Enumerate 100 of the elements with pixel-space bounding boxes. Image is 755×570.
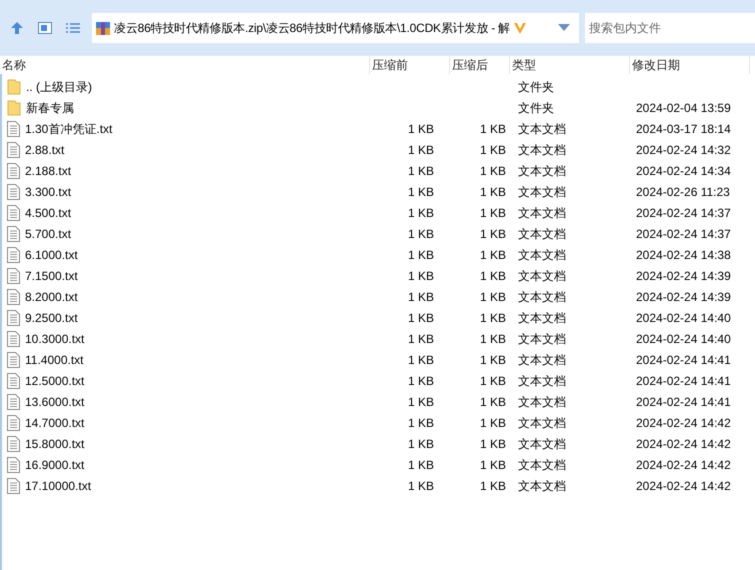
packed-size-cell-text: 1 KB xyxy=(480,142,506,158)
type-cell: 文本文档 xyxy=(518,352,566,366)
list-view-icon[interactable] xyxy=(66,22,80,34)
size-cell-text: 1 KB xyxy=(408,372,434,390)
file-name[interactable]: 16.9000.txt xyxy=(25,456,84,474)
file-name[interactable]: 17.10000.txt xyxy=(25,476,92,494)
column-header[interactable]: 修改日期 xyxy=(630,56,750,74)
folder-icon xyxy=(7,78,21,94)
text-file-icon xyxy=(7,372,20,388)
packed-size-cell-text: 1 KB xyxy=(480,436,506,452)
column-header[interactable]: 类型 xyxy=(510,56,630,74)
type-cell: 文件夹 xyxy=(518,100,554,114)
size-cell-text: 1 KB xyxy=(408,162,434,180)
type-cell: 文本文档 xyxy=(518,478,566,492)
file-name[interactable]: 13.6000.txt xyxy=(25,392,84,410)
date-cell: 2024-02-24 14:40 xyxy=(636,310,731,324)
file-name[interactable]: 10.3000.txt xyxy=(25,330,84,348)
type-cell: 文本文档 xyxy=(518,142,566,156)
size-cell-text: 1 KB xyxy=(408,142,434,158)
file-name[interactable]: 2.188.txt xyxy=(25,162,72,180)
file-name[interactable]: 2.88.txt xyxy=(25,140,64,158)
column-header[interactable]: 压缩后 xyxy=(450,56,510,74)
type-cell: 文本文档 xyxy=(518,122,566,136)
size-cell-text: 1 KB xyxy=(408,310,434,326)
packed-size-cell-text: 1 KB xyxy=(480,204,506,222)
text-file-icon xyxy=(7,268,20,284)
type-cell: 文本文档 xyxy=(518,268,566,282)
text-file-icon xyxy=(7,142,20,158)
date-cell: 2024-02-24 14:41 xyxy=(636,352,731,366)
file-name[interactable]: 5.700.txt xyxy=(25,224,72,242)
type-cell: 文本文档 xyxy=(518,290,566,304)
address-bar[interactable]: 凌云86特技时代精修版本.zip\凌云86特技时代精修版本\1.0CDK累计发放 - 解 xyxy=(92,13,579,43)
search-field[interactable]: 搜索包内文件 xyxy=(585,13,755,43)
file-name[interactable]: 1.30首冲凭证.txt xyxy=(25,120,112,138)
date-cell: 2024-02-24 14:34 xyxy=(636,164,731,178)
archive-path: 凌云86特技时代精修版本.zip\凌云86特技时代精修版本\1.0CDK累计发放 - 解 xyxy=(114,20,510,37)
text-file-icon xyxy=(7,120,20,136)
date-cell: 2024-02-24 14:41 xyxy=(636,374,731,388)
file-name[interactable]: 15.8000.txt xyxy=(25,434,84,452)
text-file-icon xyxy=(7,184,20,200)
packed-size-cell-text: 1 KB xyxy=(480,246,506,264)
file-name[interactable]: 9.2500.txt xyxy=(25,308,78,326)
text-file-icon xyxy=(7,330,20,346)
text-file-icon xyxy=(7,352,20,368)
size-cell-text: 1 KB xyxy=(408,478,434,494)
date-cell: 2024-03-17 18:14 xyxy=(636,122,731,136)
text-file-icon xyxy=(7,162,20,178)
packed-size-cell-text: 1 KB xyxy=(480,372,506,390)
file-name[interactable]: 12.5000.txt xyxy=(25,372,84,390)
text-file-icon xyxy=(7,436,20,452)
file-name[interactable]: 11.4000.txt xyxy=(25,350,84,368)
file-name[interactable]: 8.2000.txt xyxy=(25,288,78,306)
date-cell: 2024-02-24 14:41 xyxy=(636,394,731,408)
size-cell-text: 1 KB xyxy=(408,352,434,368)
size-cell-text: 1 KB xyxy=(408,288,434,306)
text-file-icon xyxy=(7,478,20,494)
file-name[interactable]: 14.7000.txt xyxy=(25,414,84,432)
size-cell-text: 1 KB xyxy=(408,456,434,474)
folder-icon xyxy=(7,100,21,116)
text-file-icon xyxy=(7,204,20,220)
size-cell-text: 1 KB xyxy=(408,184,434,200)
packed-size-cell-text: 1 KB xyxy=(480,352,506,368)
packed-size-cell-text: 1 KB xyxy=(480,310,506,326)
size-cell-text: 1 KB xyxy=(408,246,434,264)
size-cell-text: 1 KB xyxy=(408,414,434,432)
packed-size-cell-text: 1 KB xyxy=(480,162,506,180)
date-cell: 2024-02-24 14:42 xyxy=(636,458,731,472)
file-name[interactable]: .. (上级目录) xyxy=(26,78,92,96)
type-cell: 文本文档 xyxy=(518,394,566,408)
packed-size-cell-text: 1 KB xyxy=(480,288,506,306)
file-name[interactable]: 新春专属 xyxy=(26,98,74,116)
file-name[interactable]: 6.1000.txt xyxy=(25,246,78,264)
size-cell-text: 1 KB xyxy=(408,330,434,348)
date-cell: 2024-02-04 13:59 xyxy=(636,100,731,114)
date-cell: 2024-02-24 14:42 xyxy=(636,416,731,430)
file-name[interactable]: 4.500.txt xyxy=(25,204,72,222)
text-file-icon xyxy=(7,246,20,262)
date-cell: 2024-02-24 14:42 xyxy=(636,478,731,492)
packed-size-cell-text: 1 KB xyxy=(480,330,506,348)
type-cell: 文本文档 xyxy=(518,374,566,388)
date-cell: 2024-02-24 14:32 xyxy=(636,142,731,156)
view-icon[interactable] xyxy=(38,22,52,34)
up-arrow-icon[interactable] xyxy=(10,21,24,35)
text-file-icon xyxy=(7,394,20,410)
type-cell: 文本文档 xyxy=(518,458,566,472)
packed-size-cell-text: 1 KB xyxy=(480,394,506,410)
packed-size-cell-text: 1 KB xyxy=(480,478,506,494)
text-file-icon xyxy=(7,226,20,242)
date-cell: 2024-02-24 14:38 xyxy=(636,248,731,262)
dropdown-caret-icon[interactable] xyxy=(558,24,570,32)
date-cell: 2024-02-24 14:37 xyxy=(636,226,731,240)
file-name[interactable]: 3.300.txt xyxy=(25,182,72,200)
file-name[interactable]: 7.1500.txt xyxy=(25,266,78,284)
type-cell: 文本文档 xyxy=(518,248,566,262)
date-cell: 2024-02-24 14:40 xyxy=(636,332,731,346)
text-file-icon xyxy=(7,456,20,472)
column-header[interactable]: 压缩前 xyxy=(370,56,450,74)
column-header[interactable]: 名称 xyxy=(0,56,370,74)
date-cell: 2024-02-24 14:39 xyxy=(636,290,731,304)
text-file-icon xyxy=(7,414,20,430)
